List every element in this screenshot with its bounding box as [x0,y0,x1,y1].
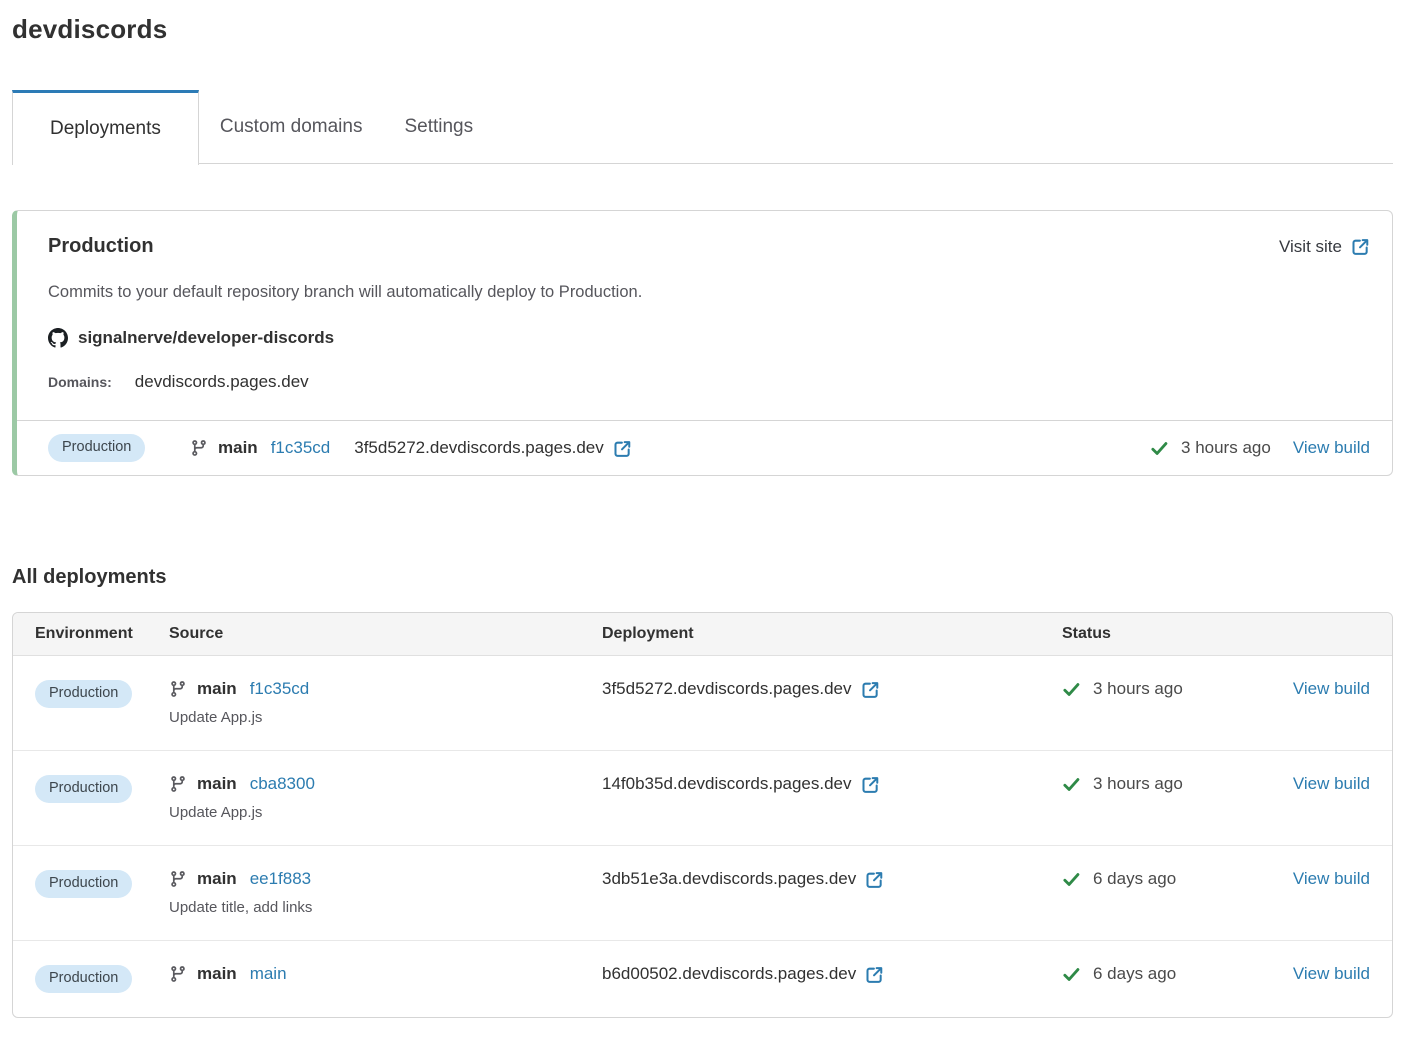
tab-bar: Deployments Custom domains Settings [12,90,1393,164]
status-time: 3 hours ago [1093,774,1183,794]
status-time: 3 hours ago [1093,679,1183,699]
deployment-url: 3f5d5272.devdiscords.pages.dev [602,679,852,699]
success-check-icon [1062,870,1081,889]
view-build-link[interactable]: View build [1293,869,1370,888]
production-description: Commits to your default repository branc… [48,283,1370,302]
commit-message: Update App.js [169,709,602,726]
external-link-icon[interactable] [613,439,632,458]
table-row: Production main ee1f883 Update title, ad… [13,845,1392,940]
commit-message: Update App.js [169,804,602,821]
column-header-action [1282,625,1370,643]
column-header-status: Status [1062,625,1282,643]
pages-project-page: devdiscords Deployments Custom domains S… [0,0,1413,1018]
external-link-icon[interactable] [865,965,884,984]
git-branch-icon [190,439,208,457]
table-header-row: Environment Source Deployment Status [13,613,1392,656]
repo-name: signalnerve/developer-discords [78,328,334,348]
git-branch-icon [169,870,187,888]
branch-name: main [197,679,237,699]
tab-settings-label: Settings [404,116,473,138]
environment-badge: Production [35,965,132,993]
visit-site-link[interactable]: Visit site [1279,237,1370,257]
success-check-icon [1150,439,1169,458]
tab-custom-domains[interactable]: Custom domains [199,91,384,163]
view-build-link[interactable]: View build [1293,679,1370,698]
commit-message: Update title, add links [169,899,602,916]
production-deployment-row: Production main f1c35cd 3f5d5272.devdisc… [17,420,1392,475]
table-row: Production main f1c35cd Update App.js 3f… [13,656,1392,750]
status-time: 3 hours ago [1181,438,1271,458]
success-check-icon [1062,680,1081,699]
success-check-icon [1062,965,1081,984]
status-time: 6 days ago [1093,964,1176,984]
branch-name: main [197,869,237,889]
commit-hash-link[interactable]: f1c35cd [271,438,331,458]
tab-deployments[interactable]: Deployments [12,90,199,165]
external-link-icon[interactable] [865,870,884,889]
production-heading: Production [48,235,154,258]
external-link-icon[interactable] [861,775,880,794]
success-check-icon [1062,775,1081,794]
git-branch-icon [169,775,187,793]
deployment-url: b6d00502.devdiscords.pages.dev [602,964,856,984]
branch-name: main [218,438,258,458]
git-branch-icon [169,965,187,983]
commit-hash-link[interactable]: f1c35cd [250,679,310,699]
column-header-environment: Environment [35,625,169,643]
commit-hash-link[interactable]: main [250,964,287,984]
domains-value: devdiscords.pages.dev [135,372,309,392]
domains-label: Domains: [48,374,112,390]
production-card: Production Visit site Commits to your de… [12,210,1393,476]
deployment-url: 3db51e3a.devdiscords.pages.dev [602,869,856,889]
external-link-icon[interactable] [861,680,880,699]
page-title: devdiscords [12,14,1393,45]
environment-badge: Production [35,680,132,708]
environment-badge: Production [35,870,132,898]
external-link-icon [1351,237,1370,256]
column-header-source: Source [169,625,602,643]
commit-hash-link[interactable]: ee1f883 [250,869,311,889]
tab-custom-domains-label: Custom domains [220,116,363,138]
view-build-link[interactable]: View build [1293,438,1370,458]
view-build-link[interactable]: View build [1293,964,1370,983]
branch-name: main [197,774,237,794]
table-row: Production main cba8300 Update App.js 14… [13,750,1392,845]
tab-settings[interactable]: Settings [383,91,494,163]
all-deployments-heading: All deployments [12,566,1393,589]
deployments-table: Environment Source Deployment Status Pro… [12,612,1393,1018]
branch-name: main [197,964,237,984]
view-build-link[interactable]: View build [1293,774,1370,793]
commit-hash-link[interactable]: cba8300 [250,774,315,794]
deployment-url: 14f0b35d.devdiscords.pages.dev [602,774,852,794]
column-header-deployment: Deployment [602,625,1062,643]
deployment-url: 3f5d5272.devdiscords.pages.dev [354,438,604,458]
status-time: 6 days ago [1093,869,1176,889]
tab-deployments-label: Deployments [50,118,161,140]
environment-badge: Production [35,775,132,803]
visit-site-label: Visit site [1279,237,1342,257]
environment-badge: Production [48,434,145,462]
table-row: Production main main b6d00502.devdiscord… [13,940,1392,1017]
git-branch-icon [169,680,187,698]
github-icon [48,328,68,348]
